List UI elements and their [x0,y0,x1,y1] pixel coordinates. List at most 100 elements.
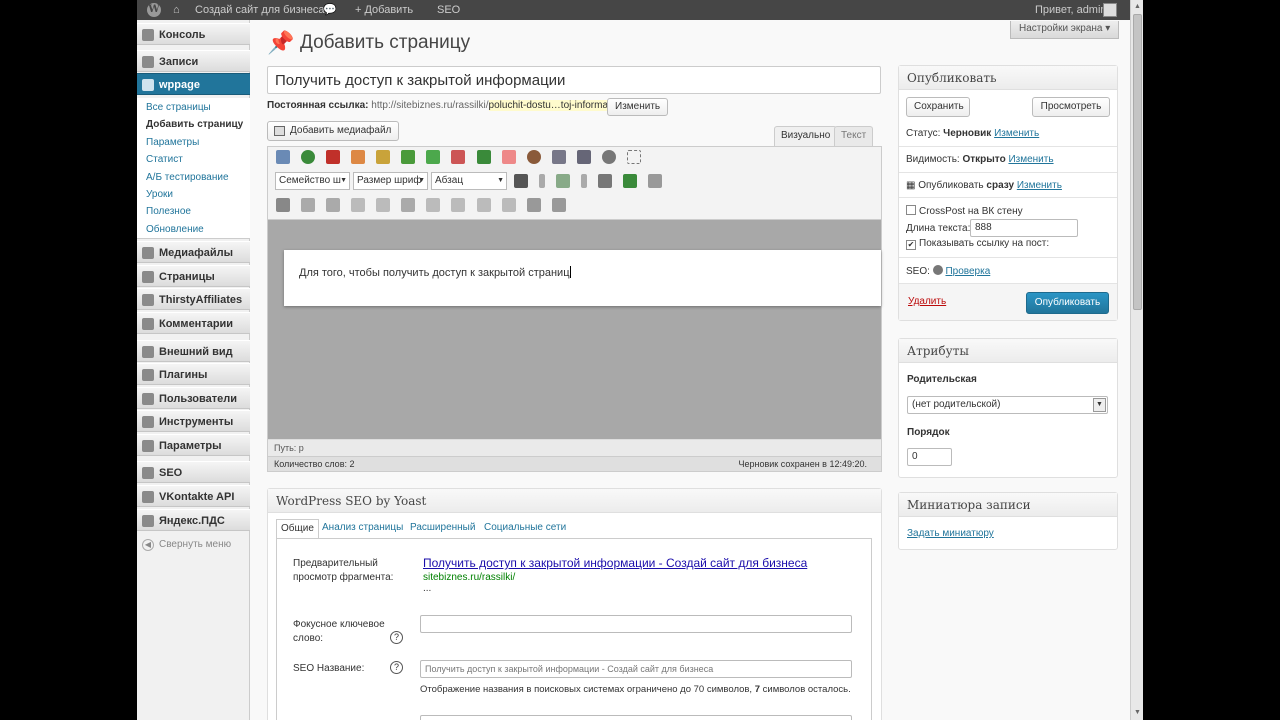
play-icon[interactable] [301,150,316,164]
format-select[interactable]: Абзац ▼ [431,172,507,190]
table-insert-icon[interactable] [276,198,290,212]
admin-bar-site-name[interactable]: Создай сайт для бизнеса [195,0,324,20]
chevron-down-icon[interactable] [539,174,546,188]
tab-text[interactable]: Текст [834,126,874,146]
youtube-icon[interactable] [326,150,341,164]
col-before-icon[interactable] [426,198,441,212]
check-icon[interactable] [426,150,441,164]
font-family-select[interactable]: Семейство ш ▼ [275,172,350,190]
table-icon[interactable] [648,174,663,188]
scroll-down-icon[interactable]: ▼ [1133,708,1142,718]
focus-keyword-input[interactable] [420,615,852,633]
seo-title-input[interactable]: Получить доступ к закрытой информации - … [420,660,852,678]
row-after-icon[interactable] [376,198,391,212]
sidebar-item-media[interactable]: Медиафайлы [137,241,250,263]
submenu-ab-testing[interactable]: А/Б тестирование [137,169,250,186]
show-link-checkbox[interactable]: ✔ [906,240,916,250]
show-link-row[interactable]: ✔ Показывать ссылку на пост: [906,238,1049,250]
comments-icon[interactable]: 💬 [323,0,337,20]
meta-description-input[interactable] [420,715,852,720]
dollar-icon[interactable] [401,150,416,164]
table-row-icon[interactable] [301,198,316,212]
grid-icon[interactable] [551,150,566,164]
crosspost-row[interactable]: CrossPost на ВК стену [906,205,1023,217]
sidebar-item-tools[interactable]: Инструменты [137,410,250,432]
sidebar-item-seo[interactable]: SEO [137,461,250,483]
row-before-icon[interactable] [351,198,366,212]
submenu-update[interactable]: Обновление [137,221,250,238]
tab-general[interactable]: Общие [276,519,319,539]
scroll-up-icon[interactable]: ▲ [1133,2,1142,12]
preview-button[interactable]: Просмотреть [1032,97,1110,117]
post-title-input[interactable] [267,66,881,94]
sidebar-item-wppage[interactable]: wppage [137,73,250,95]
tab-social[interactable]: Социальные сети [484,519,566,539]
admin-bar-seo[interactable]: SEO [437,0,460,20]
edit-date-link[interactable]: Изменить [1017,180,1062,191]
sidebar-item-posts[interactable]: Записи [137,50,250,72]
edit-permalink-button[interactable]: Изменить [607,98,669,116]
timer-icon[interactable] [601,150,616,164]
sidebar-item-settings[interactable]: Параметры [137,434,250,456]
col-delete-icon[interactable] [476,198,491,212]
help-icon[interactable]: ? [390,631,403,644]
admin-bar-add-new[interactable]: + Добавить [355,0,413,20]
tab-page-analysis[interactable]: Анализ страницы [322,519,403,539]
tab-visual[interactable]: Визуально [774,126,838,146]
dashed-box-icon[interactable] [626,150,641,164]
split-cells-icon[interactable] [501,198,516,212]
admin-bar-home-icon[interactable]: ⌂ [173,0,180,20]
collapse-menu[interactable]: ◀ Свернуть меню [137,535,250,555]
sidebar-item-vk[interactable]: VKontakte API [137,485,250,507]
box-icon[interactable] [376,150,391,164]
sidebar-item-console[interactable]: Консоль [137,23,250,45]
help-icon[interactable]: ? [390,661,403,674]
screen-options-button[interactable]: Настройки экрана ▾ [1010,21,1120,39]
page-scrollbar[interactable]: ▲ ▼ [1130,0,1143,720]
download-arrow-icon[interactable] [476,150,491,164]
parent-select[interactable]: (нет родительской) ▼ [907,396,1108,414]
set-thumbnail-link[interactable]: Задать миниатюру [907,528,994,539]
edit-status-link[interactable]: Изменить [994,128,1039,139]
sidebar-item-comments[interactable]: Комментарии [137,312,250,334]
remove-icon[interactable] [451,150,466,164]
submenu-useful[interactable]: Полезное [137,203,250,220]
submenu-lessons[interactable]: Уроки [137,186,250,203]
submenu-add-page[interactable]: Добавить страницу [137,116,250,133]
table-props-icon[interactable] [551,198,566,212]
seo-check-link[interactable]: Проверка [945,266,990,277]
sidebar-item-pages[interactable]: Страницы [137,265,250,287]
submenu-stats[interactable]: Статист [137,151,250,168]
puzzle-icon[interactable] [351,150,366,164]
add-media-button[interactable]: Добавить медиафайл [267,121,400,141]
order-input[interactable]: 0 [907,448,952,466]
avatar[interactable] [1103,3,1117,17]
scrollbar-thumb[interactable] [1133,14,1142,310]
edit-visibility-link[interactable]: Изменить [1008,154,1053,165]
merge-cells-icon[interactable] [526,198,541,212]
sidebar-item-users[interactable]: Пользователи [137,387,250,409]
tab-advanced[interactable]: Расширенный [410,519,475,539]
sidebar-item-appearance[interactable]: Внешний вид [137,340,250,362]
font-size-select[interactable]: Размер шриф ▼ [353,172,428,190]
wordpress-logo-icon[interactable]: W [147,3,161,17]
text-color-icon[interactable] [514,174,528,188]
snippet-title[interactable]: Получить доступ к закрытой информации - … [423,556,807,570]
crosspost-checkbox[interactable] [906,205,916,215]
gear-icon[interactable] [526,150,541,164]
square-icon[interactable] [501,150,516,164]
delete-link[interactable]: Удалить [908,296,946,307]
permalink-slug[interactable]: poluchit-dostu…toj-informaci [488,100,616,111]
eraser-icon[interactable] [598,174,613,188]
submenu-all-pages[interactable]: Все страницы [137,99,250,116]
submenu-settings[interactable]: Параметры [137,134,250,151]
editor-content[interactable]: Для того, чтобы получить доступ к закрыт… [284,250,881,306]
editor-canvas[interactable]: Для того, чтобы получить доступ к закрыт… [268,219,881,439]
text-length-input[interactable]: 888 [970,219,1078,237]
save-draft-button[interactable]: Сохранить [906,97,970,117]
chevron-down-icon[interactable] [581,174,588,188]
layout-icon[interactable] [576,150,591,164]
sidebar-item-yandex[interactable]: Яндекс.ПДС [137,509,250,531]
paste-icon[interactable] [623,174,638,188]
plugin-icon[interactable] [276,150,290,164]
